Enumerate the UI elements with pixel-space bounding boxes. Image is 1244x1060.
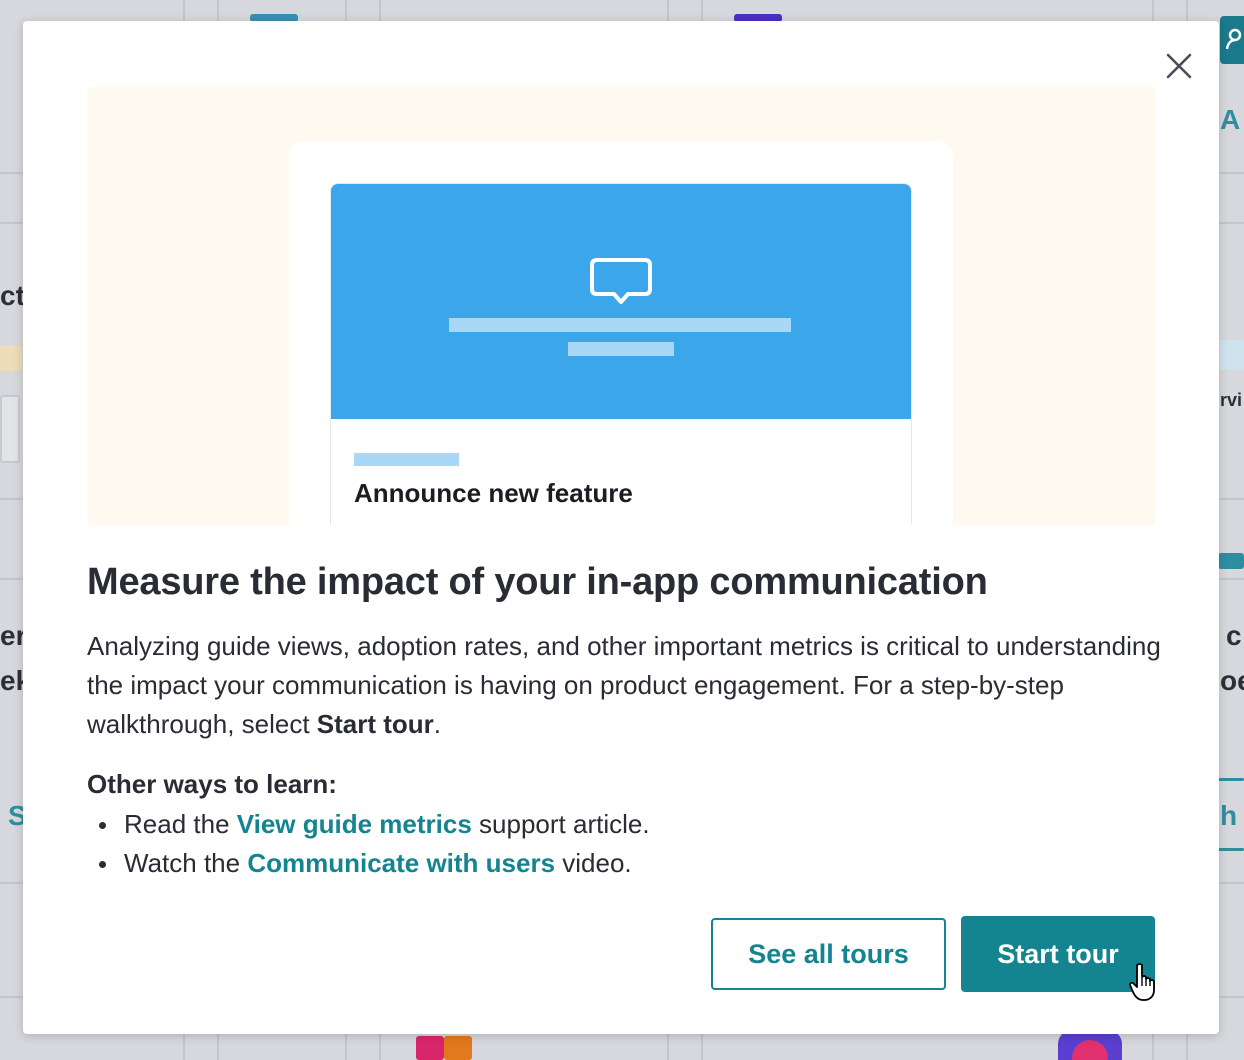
learn-heading: Other ways to learn: — [87, 769, 337, 799]
user-menu-button — [1220, 16, 1244, 64]
hero-illustration: Announce new feature — [87, 87, 1155, 525]
bg-chip — [1218, 848, 1244, 851]
bg-chip — [0, 345, 22, 371]
item-prefix: Read the — [124, 809, 237, 839]
chat-bubble-icon — [590, 258, 652, 304]
placeholder-bar — [568, 342, 674, 356]
bg-chip — [416, 1036, 444, 1060]
item-suffix: video. — [555, 848, 632, 878]
bg-chip — [1218, 340, 1244, 370]
bg-text: c — [1226, 620, 1242, 651]
description-text: Analyzing guide views, adoption rates, a… — [87, 631, 1161, 739]
hero-banner — [331, 184, 911, 419]
close-icon — [1166, 53, 1192, 79]
description-strong: Start tour — [316, 709, 434, 739]
bg-text: ek — [0, 665, 23, 696]
list-item: Watch the Communicate with users video. — [87, 844, 1087, 883]
tour-modal: Announce new feature Measure the impact … — [23, 21, 1219, 1034]
bg-chip — [0, 395, 20, 463]
modal-title: Measure the impact of your in-app commun… — [87, 561, 988, 603]
see-all-tours-button[interactable]: See all tours — [711, 918, 946, 990]
hero-preview: Announce new feature — [330, 183, 912, 525]
placeholder-bar — [354, 453, 459, 466]
description-end: . — [433, 709, 442, 739]
list-item: Read the View guide metrics support arti… — [87, 805, 1087, 844]
bg-text: er — [0, 620, 23, 651]
bg-text: h — [1220, 800, 1238, 831]
start-tour-button[interactable]: Start tour — [961, 916, 1155, 992]
bg-text: ct — [0, 280, 23, 311]
status-badge — [1058, 1030, 1122, 1060]
item-prefix: Watch the — [124, 848, 248, 878]
placeholder-bar — [449, 318, 791, 332]
view-guide-metrics-link[interactable]: View guide metrics — [237, 809, 472, 839]
communicate-with-users-link[interactable]: Communicate with users — [247, 848, 555, 878]
learn-list: Read the View guide metrics support arti… — [87, 805, 1087, 883]
hero-card-title: Announce new feature — [354, 478, 633, 508]
hero-card: Announce new feature — [289, 141, 953, 525]
close-button[interactable] — [1162, 49, 1196, 83]
item-suffix: support article. — [471, 809, 650, 839]
bg-text: rvi — [1220, 390, 1243, 410]
bg-chip — [444, 1036, 472, 1060]
bg-text: A — [1220, 104, 1241, 135]
bg-chip — [1218, 553, 1244, 569]
bg-text: S — [8, 800, 23, 831]
modal-description: Analyzing guide views, adoption rates, a… — [87, 627, 1167, 744]
bg-text: oe — [1220, 665, 1244, 696]
user-icon — [1226, 28, 1242, 50]
bg-chip — [1218, 778, 1244, 781]
